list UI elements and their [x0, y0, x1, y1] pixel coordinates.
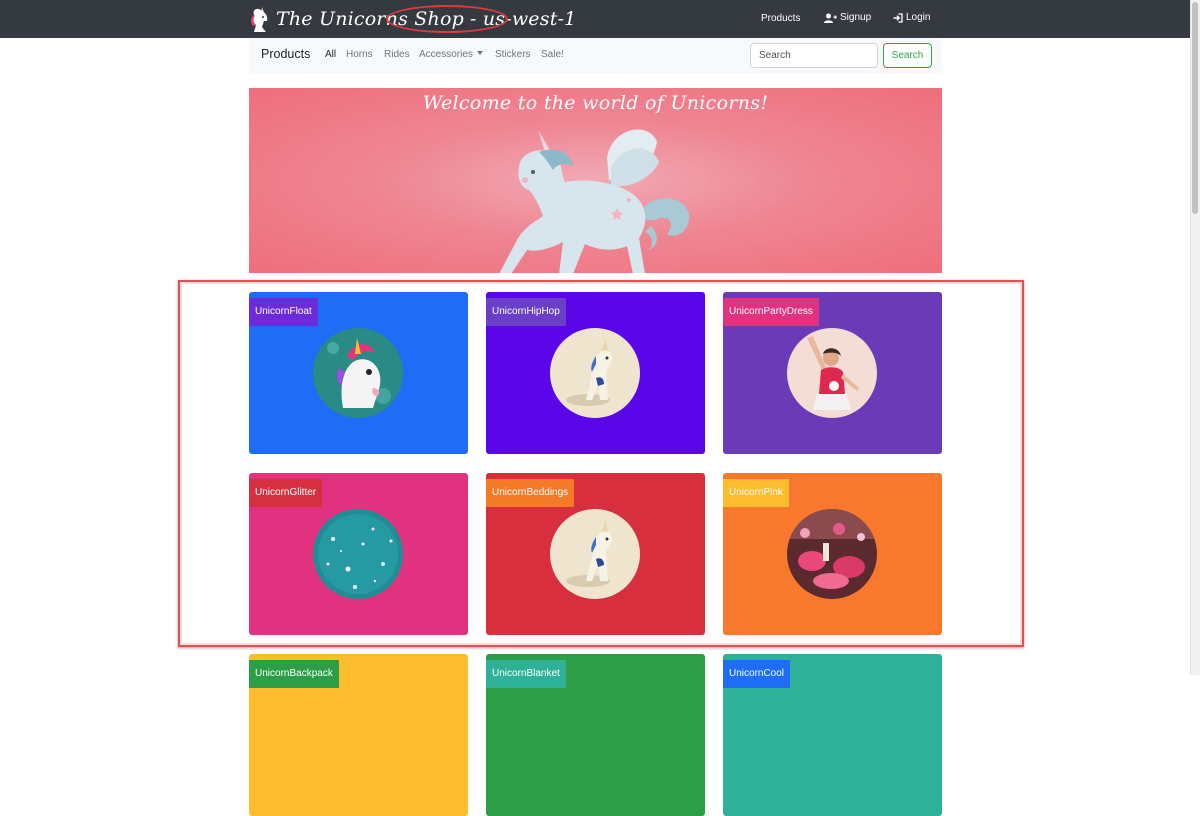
product-card-unicornfloat[interactable]: UnicornFloat [249, 292, 468, 454]
product-card-unicornbackpack[interactable]: UnicornBackpack [249, 654, 468, 816]
nav-products-label: Products [761, 13, 801, 24]
product-image-unicorn-figurine [550, 509, 640, 599]
nav-login-label: Login [906, 12, 931, 23]
caret-down-icon [476, 51, 483, 55]
product-badge: UnicornGlitter [249, 479, 323, 507]
product-badge: UnicornBackpack [249, 660, 339, 688]
product-image-unicorn-float [313, 328, 403, 418]
search-input[interactable] [750, 43, 878, 68]
category-accessories-label: Accessories [419, 49, 473, 60]
category-accessories-dropdown[interactable]: Accessories [419, 49, 483, 60]
product-card-unicornpartydress[interactable]: UnicornPartyDress [723, 292, 942, 454]
unicorn-logo-icon[interactable] [248, 5, 272, 33]
sign-in-icon [893, 12, 903, 23]
product-badge: UnicornHipHop [486, 298, 566, 326]
product-image-pink-decor [787, 509, 877, 599]
nav-products-link[interactable]: Products [761, 13, 800, 24]
product-card-unicornglitter[interactable]: UnicornGlitter [249, 473, 468, 635]
category-rides[interactable]: Rides [384, 49, 410, 60]
brand-title[interactable]: The Unicorns Shop - us-west-1 [276, 4, 576, 34]
flying-unicorn-illustration [499, 129, 690, 273]
products-navbar: Products All Horns Rides Accessories Sti… [249, 38, 942, 73]
products-navbar-title[interactable]: Products [261, 47, 310, 61]
product-image-party-dress [787, 328, 877, 418]
product-badge: UnicornPartyDress [723, 298, 819, 326]
nav-signup-label: Signup [840, 12, 872, 23]
category-stickers[interactable]: Stickers [495, 49, 531, 60]
product-card-unicorncool[interactable]: UnicornCool [723, 654, 942, 816]
category-sale[interactable]: Sale! [541, 49, 564, 60]
product-card-unicornhiphop[interactable]: UnicornHipHop [486, 292, 705, 454]
product-card-unicornpink[interactable]: UnicornPink [723, 473, 942, 635]
product-badge: UnicornFloat [249, 298, 318, 326]
product-card-unicornbeddings[interactable]: UnicornBeddings [486, 473, 705, 635]
product-image-glitter [313, 509, 403, 599]
product-badge: UnicornCool [723, 660, 791, 688]
category-horns[interactable]: Horns [346, 49, 373, 60]
brand-region: - us-west-1 [469, 8, 577, 30]
hero-title: Welcome to the world of Unicorns! [422, 92, 769, 114]
brand-name: The Unicorns Shop [276, 8, 464, 30]
top-navbar: The Unicorns Shop - us-west-1 Products Si… [0, 0, 1190, 38]
product-badge: UnicornBeddings [486, 479, 575, 507]
hero-banner: Welcome to the world of Unicorns! [249, 88, 942, 273]
product-image-unicorn-figurine [550, 328, 640, 418]
nav-signup-link[interactable]: Signup [824, 12, 871, 23]
product-card-unicornblanket[interactable]: UnicornBlanket [486, 654, 705, 816]
nav-login-link[interactable]: Login [893, 12, 930, 23]
scrollbar-thumb[interactable] [1192, 2, 1198, 214]
category-all[interactable]: All [325, 49, 336, 60]
search-button[interactable]: Search [883, 43, 932, 68]
user-plus-icon [824, 13, 837, 23]
product-badge: UnicornPink [723, 479, 789, 507]
product-badge: UnicornBlanket [486, 660, 566, 688]
